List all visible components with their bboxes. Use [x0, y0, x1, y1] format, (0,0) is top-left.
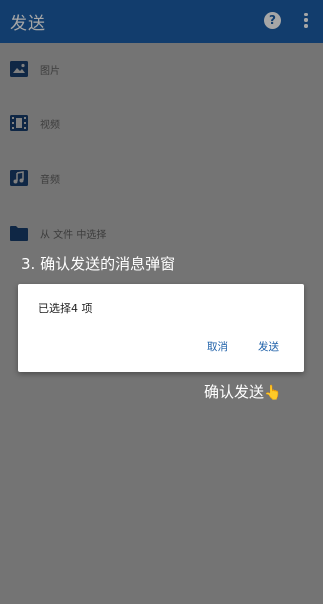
confirm-send-dialog: 已选择4 项 取消 发送	[18, 284, 304, 372]
tutorial-hint-text: 确认发送	[204, 383, 265, 401]
cancel-button[interactable]: 取消	[207, 339, 228, 354]
tutorial-hint: 确认发送👆	[204, 381, 281, 402]
app-bar-scrim	[0, 0, 323, 43]
dialog-message: 已选择4 项	[38, 302, 93, 315]
pointing-hand-icon: 👆	[264, 385, 282, 401]
send-button[interactable]: 发送	[258, 339, 279, 354]
tutorial-caption: 3. 确认发送的消息弹窗	[21, 255, 176, 273]
